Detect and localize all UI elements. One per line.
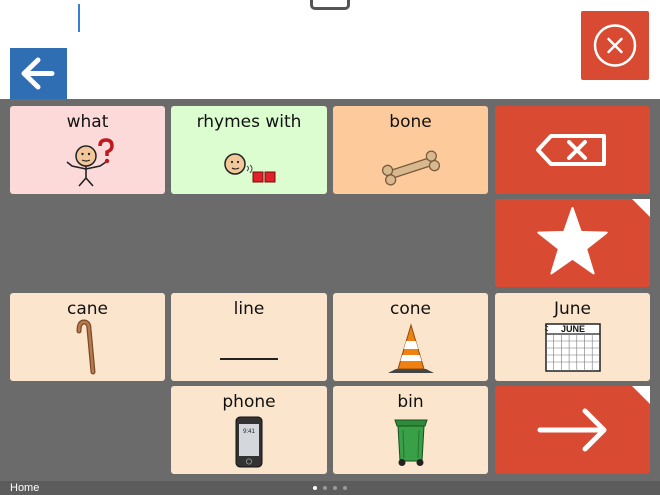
button-grid: what rhymes with bone cane line cone Jun… [0,99,660,481]
message-bar[interactable] [0,0,660,99]
home-label[interactable]: Home [10,482,39,494]
back-arrow-icon [21,57,55,90]
cell-rhymes-with[interactable]: rhymes with [171,106,327,194]
bone-symbol [333,148,488,188]
cell-what[interactable]: what [10,106,165,194]
favorite-button[interactable] [495,199,650,287]
line-symbol [171,335,327,375]
cone-symbol [333,323,488,375]
cell-line[interactable]: line [171,293,327,381]
clear-message-button[interactable] [581,11,649,80]
backspace-icon [536,134,606,166]
folder-corner [632,199,650,217]
cell-label: bin [397,392,424,412]
cell-label: cane [67,299,108,319]
back-button[interactable] [10,48,67,99]
cell-label: June [553,299,592,319]
cell-label: phone [222,392,276,412]
bin-symbol [333,414,488,468]
page-dot-2[interactable] [323,486,327,490]
cell-phone[interactable]: phone 9:41 [171,386,327,474]
cell-label: cone [390,299,431,319]
text-cursor [78,4,80,32]
rhymes-with-symbol [171,144,327,188]
cell-cone[interactable]: cone [333,293,488,381]
page-dot-3[interactable] [333,486,337,490]
page-footer: Home [0,481,660,495]
calendar-symbol: JUNE [495,321,650,375]
next-arrow-icon [537,408,607,452]
next-page-button[interactable] [495,386,650,474]
cell-june[interactable]: June JUNE [495,293,650,381]
page-dot-1[interactable] [313,486,317,490]
drag-handle[interactable] [310,0,350,10]
calendar-month: JUNE [560,324,584,334]
cell-cane[interactable]: cane [10,293,165,381]
cell-label: line [233,299,265,319]
cell-label: rhymes with [196,112,302,132]
cell-bone[interactable]: bone [333,106,488,194]
page-dot-4[interactable] [343,486,347,490]
star-icon [537,207,608,275]
phone-time: 9:41 [243,429,255,435]
cell-label: what [66,112,109,132]
cell-bin[interactable]: bin [333,386,488,474]
folder-corner [632,386,650,404]
phone-symbol: 9:41 [171,416,327,468]
close-circle-icon [593,24,637,67]
cell-label: bone [389,112,432,132]
backspace-button[interactable] [495,106,650,194]
what-symbol [10,138,165,188]
cane-symbol [10,319,165,375]
